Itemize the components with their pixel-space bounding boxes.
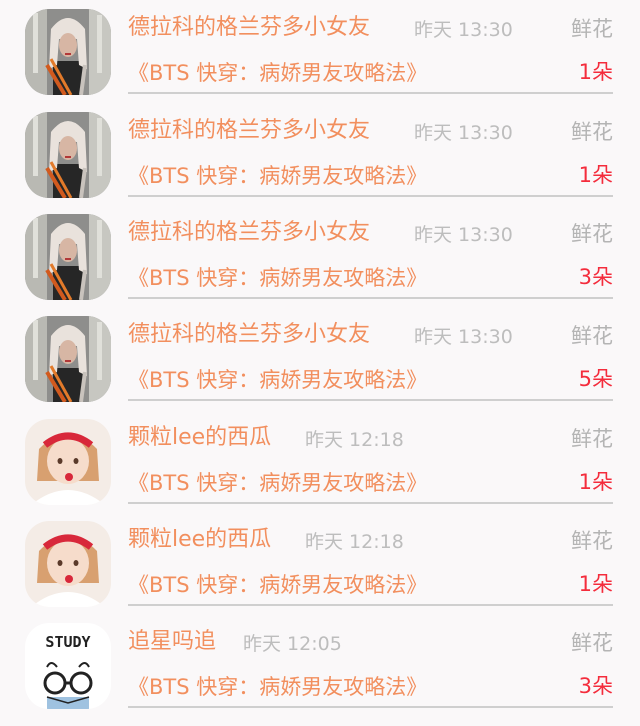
book-title-link[interactable]: 《BTS 快穿：病娇男友攻略法》	[128, 262, 427, 294]
row-divider	[128, 195, 613, 197]
girl-long-braids-avatar-icon	[25, 316, 111, 402]
girl-red-headband-avatar-icon	[25, 419, 111, 505]
gift-type-label: 鲜花	[571, 324, 613, 348]
row-divider	[128, 92, 613, 94]
book-title-link[interactable]: 《BTS 快穿：病娇男友攻略法》	[128, 467, 427, 499]
username[interactable]: 德拉科的格兰芬多小女友	[128, 216, 370, 250]
flower-count: 1朵	[578, 163, 613, 187]
row-divider	[128, 604, 613, 606]
timestamp: 昨天 12:05	[243, 633, 342, 655]
gift-type-label: 鲜花	[571, 427, 613, 451]
avatar[interactable]	[25, 419, 111, 505]
flower-count: 3朵	[578, 265, 613, 289]
gift-record-row[interactable]: 德拉科的格兰芬多小女友 昨天 13:30 鲜花 《BTS 快穿：病娇男友攻略法》…	[0, 307, 640, 409]
username[interactable]: 德拉科的格兰芬多小女友	[128, 11, 370, 45]
book-title-link[interactable]: 《BTS 快穿：病娇男友攻略法》	[128, 364, 427, 396]
gift-record-row[interactable]: STUDY 追星吗追 昨天 12:05 鲜花 《BTS 快穿：病娇男友攻略法》 …	[0, 614, 640, 716]
timestamp: 昨天 13:30	[414, 19, 513, 41]
gift-type-label: 鲜花	[571, 222, 613, 246]
study-cartoon-avatar-icon: STUDY	[25, 623, 111, 709]
row-divider	[128, 399, 613, 401]
gift-type-label: 鲜花	[571, 631, 613, 655]
gift-type-label: 鲜花	[571, 529, 613, 553]
row-divider	[128, 297, 613, 299]
flower-count: 5朵	[578, 367, 613, 391]
book-title-link[interactable]: 《BTS 快穿：病娇男友攻略法》	[128, 671, 427, 703]
timestamp: 昨天 12:18	[305, 531, 404, 553]
avatar[interactable]: STUDY	[25, 623, 111, 709]
book-title-link[interactable]: 《BTS 快穿：病娇男友攻略法》	[128, 57, 427, 89]
avatar[interactable]	[25, 521, 111, 607]
avatar[interactable]	[25, 214, 111, 300]
flower-count: 1朵	[578, 60, 613, 84]
book-title-link[interactable]: 《BTS 快穿：病娇男友攻略法》	[128, 160, 427, 192]
username[interactable]: 德拉科的格兰芬多小女友	[128, 114, 370, 148]
username[interactable]: 追星吗追	[128, 625, 216, 659]
gift-record-row[interactable]: 德拉科的格兰芬多小女友 昨天 13:30 鲜花 《BTS 快穿：病娇男友攻略法》…	[0, 103, 640, 205]
timestamp: 昨天 13:30	[414, 224, 513, 246]
avatar[interactable]	[25, 9, 111, 95]
username[interactable]: 颗粒lee的西瓜	[128, 421, 271, 455]
timestamp: 昨天 13:30	[414, 326, 513, 348]
gift-type-label: 鲜花	[571, 17, 613, 41]
row-divider	[128, 502, 613, 504]
avatar[interactable]	[25, 112, 111, 198]
timestamp: 昨天 13:30	[414, 122, 513, 144]
username[interactable]: 德拉科的格兰芬多小女友	[128, 318, 370, 352]
flower-count: 3朵	[578, 674, 613, 698]
girl-red-headband-avatar-icon	[25, 521, 111, 607]
gift-record-row[interactable]: 德拉科的格兰芬多小女友 昨天 13:30 鲜花 《BTS 快穿：病娇男友攻略法》…	[0, 0, 640, 102]
timestamp: 昨天 12:18	[305, 429, 404, 451]
gift-record-row[interactable]: 颗粒lee的西瓜 昨天 12:18 鲜花 《BTS 快穿：病娇男友攻略法》 1朵	[0, 410, 640, 512]
flower-count: 1朵	[578, 470, 613, 494]
girl-long-braids-avatar-icon	[25, 9, 111, 95]
girl-long-braids-avatar-icon	[25, 112, 111, 198]
gift-record-row[interactable]: 颗粒lee的西瓜 昨天 12:18 鲜花 《BTS 快穿：病娇男友攻略法》 1朵	[0, 512, 640, 614]
avatar[interactable]	[25, 316, 111, 402]
flower-count: 1朵	[578, 572, 613, 596]
book-title-link[interactable]: 《BTS 快穿：病娇男友攻略法》	[128, 569, 427, 601]
username[interactable]: 颗粒lee的西瓜	[128, 523, 271, 557]
row-divider	[128, 706, 613, 708]
girl-long-braids-avatar-icon	[25, 214, 111, 300]
gift-type-label: 鲜花	[571, 120, 613, 144]
study-avatar-text: STUDY	[45, 633, 90, 651]
gift-record-row[interactable]: 德拉科的格兰芬多小女友 昨天 13:30 鲜花 《BTS 快穿：病娇男友攻略法》…	[0, 205, 640, 307]
